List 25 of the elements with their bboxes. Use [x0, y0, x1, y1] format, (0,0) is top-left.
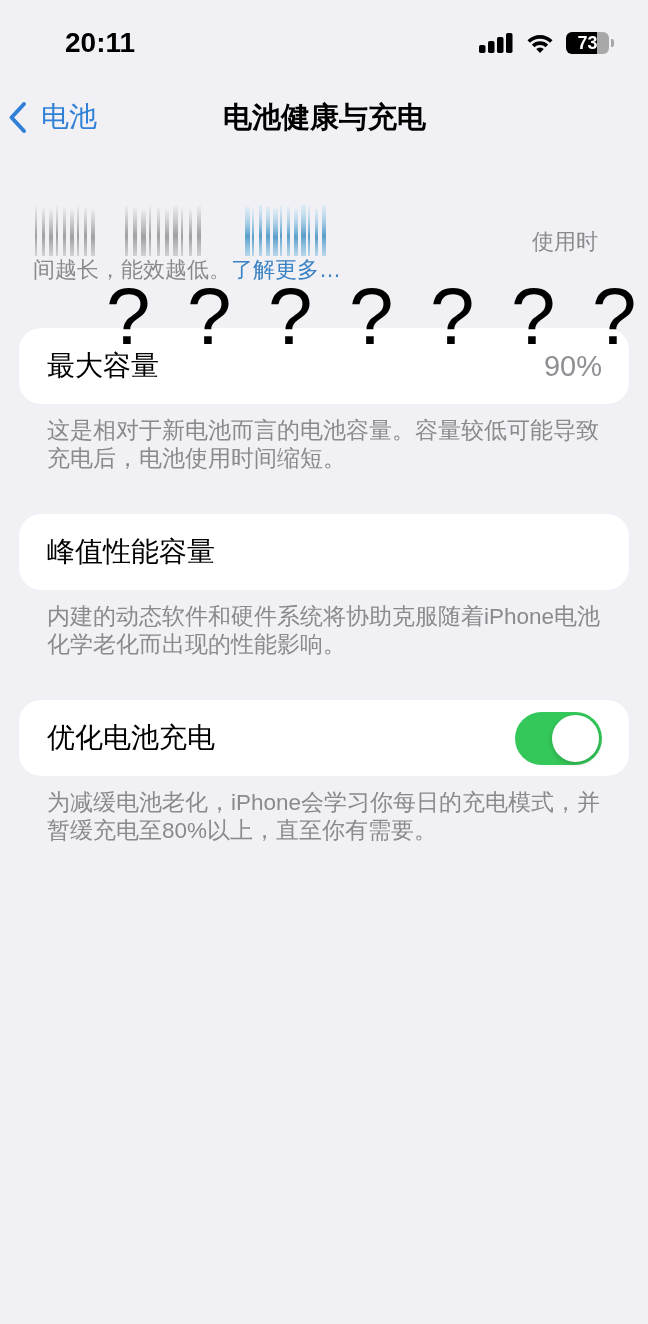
toggle-switch[interactable]: [515, 711, 602, 765]
battery-indicator: 73: [566, 32, 614, 54]
question-mark: ?: [187, 285, 232, 349]
question-mark: ?: [268, 285, 313, 349]
value-text: 90%: [543, 351, 602, 381]
row-label: 峰值性能容量: [47, 538, 215, 566]
row-label: 最大容量: [47, 352, 159, 380]
row-label: 优化电池充电: [47, 724, 215, 752]
header-text: 使用时: [532, 230, 598, 254]
question-mark: ?: [511, 285, 556, 349]
question-mark: ?: [106, 285, 151, 349]
status-time: 20:11: [65, 29, 136, 57]
question-mark: ?: [592, 285, 637, 349]
intro-text: 间越长，能效越低。了解更多…: [33, 256, 342, 284]
question-mark: ?: [430, 285, 475, 349]
section-footer: 这是相对于新电池而言的电池容量。容量较低可能导致充电后，电池使用时间缩短。: [47, 417, 609, 473]
signal-icon: [479, 33, 514, 53]
learn-more-link[interactable]: 了解更多…: [231, 257, 341, 282]
wifi-icon: [527, 33, 553, 53]
section-footer: 内建的动态软件和硬件系统将协助克服随着iPhone电池化学老化而出现的性能影响。: [47, 603, 609, 659]
chevron-left-icon: [8, 100, 27, 134]
back-button[interactable]: 电池: [0, 100, 97, 134]
section-footer: 为减缓电池老化，iPhone会学习你每日的充电模式，并暂缓充电至80%以上，直至你有需要。: [47, 789, 609, 845]
page-title: 电池健康与充电: [222, 102, 426, 132]
question-mark: ?: [349, 285, 394, 349]
